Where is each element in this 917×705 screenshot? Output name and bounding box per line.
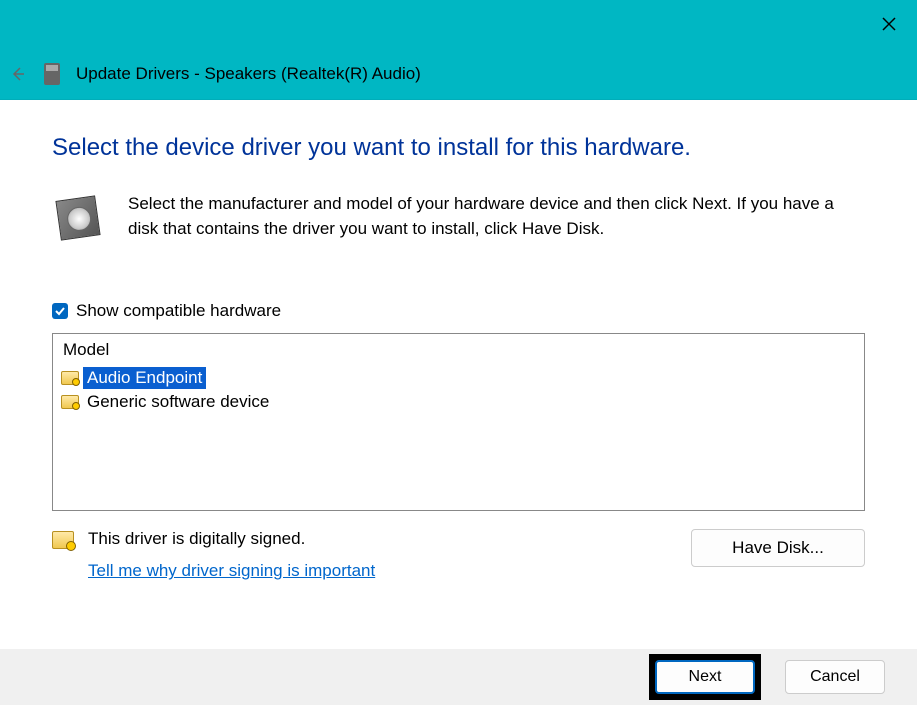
wizard-content: Select the device driver you want to ins… [0, 100, 917, 581]
instruction-row: Select the manufacturer and model of you… [52, 192, 865, 241]
titlebar [0, 0, 917, 48]
compatible-hardware-label: Show compatible hardware [76, 301, 281, 321]
list-item[interactable]: Audio Endpoint [61, 366, 856, 390]
signing-status-text: This driver is digitally signed. [88, 529, 375, 549]
next-button-highlight: Next [649, 654, 761, 700]
close-icon[interactable] [875, 10, 903, 38]
wizard-header: Update Drivers - Speakers (Realtek(R) Au… [0, 48, 917, 100]
certificate-icon [52, 531, 74, 549]
signing-info-link[interactable]: Tell me why driver signing is important [88, 561, 375, 581]
speaker-device-icon [44, 63, 60, 85]
wizard-footer: Next Cancel [0, 649, 917, 705]
disk-icon [55, 195, 100, 240]
have-disk-button[interactable]: Have Disk... [691, 529, 865, 567]
list-header-model: Model [61, 338, 856, 366]
page-heading: Select the device driver you want to ins… [52, 134, 865, 162]
signing-row: This driver is digitally signed. Tell me… [52, 529, 865, 581]
list-item-label: Audio Endpoint [83, 367, 206, 389]
wizard-title: Update Drivers - Speakers (Realtek(R) Au… [76, 64, 421, 84]
driver-cert-icon [61, 395, 79, 409]
list-item[interactable]: Generic software device [61, 390, 856, 414]
driver-listbox[interactable]: Model Audio Endpoint Generic software de… [52, 333, 865, 511]
list-item-label: Generic software device [83, 391, 273, 413]
back-arrow-icon[interactable] [8, 64, 28, 84]
compatible-hardware-checkbox-row: Show compatible hardware [52, 301, 865, 321]
driver-cert-icon [61, 371, 79, 385]
next-button[interactable]: Next [655, 660, 755, 694]
compatible-hardware-checkbox[interactable] [52, 303, 68, 319]
instruction-text: Select the manufacturer and model of you… [128, 192, 865, 241]
cancel-button[interactable]: Cancel [785, 660, 885, 694]
